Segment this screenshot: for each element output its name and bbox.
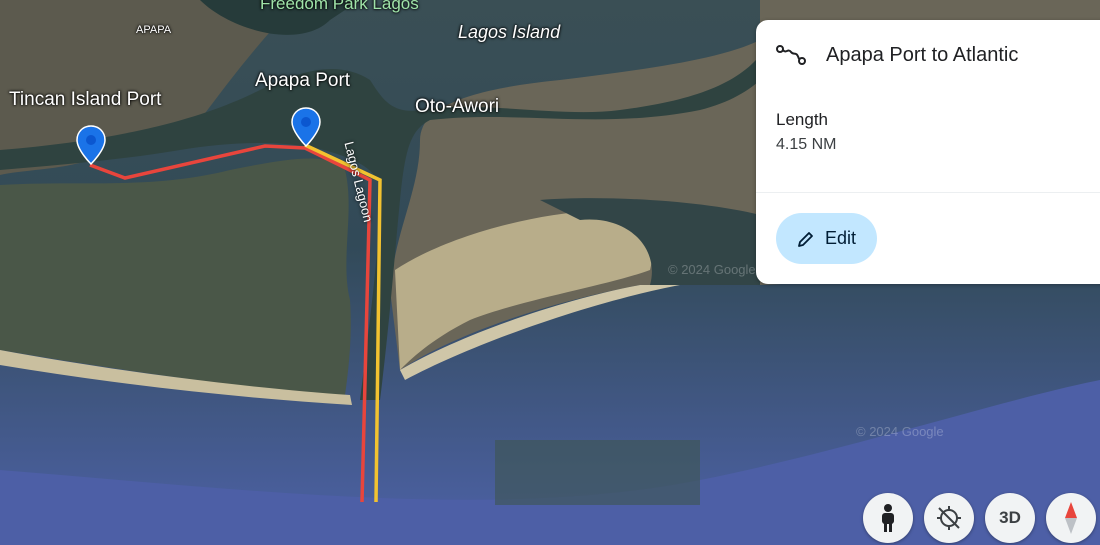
divider [756,192,1100,193]
pegman-button[interactable] [863,493,913,543]
route-icon [776,45,806,65]
pegman-icon [882,504,894,532]
route-title: Apapa Port to Atlantic [826,43,1019,66]
length-value: 4.15 NM [776,136,837,153]
place-label-apapa: APAPA [136,24,172,36]
compass-icon [1065,502,1077,534]
edit-button[interactable]: Edit [776,213,877,264]
location-pin-icon[interactable] [291,107,321,147]
3d-toggle-button[interactable]: 3D [985,493,1035,543]
tilt-button[interactable] [924,493,974,543]
card-header: Apapa Port to Atlantic [776,42,1018,68]
compass-button[interactable] [1046,493,1096,543]
place-label-oto-awori: Oto-Awori [415,96,500,117]
map-copyright: © 2024 Google [856,424,944,439]
map-copyright: © 2024 Google [668,262,756,277]
route-info-card: Apapa Port to Atlantic Length 4.15 NM Ed… [756,20,1100,284]
tilt-icon [937,506,961,530]
length-label: Length [776,110,828,129]
place-label-apapa-port: Apapa Port [255,70,351,91]
edit-label: Edit [824,228,857,248]
place-label-tincan-island-port: Tincan Island Port [9,89,162,110]
pencil-icon [798,231,813,247]
location-pin-icon[interactable] [76,125,106,165]
place-label-lagos-island: Lagos Island [458,22,561,42]
place-label-freedom-park: Freedom Park Lagos [260,0,419,13]
